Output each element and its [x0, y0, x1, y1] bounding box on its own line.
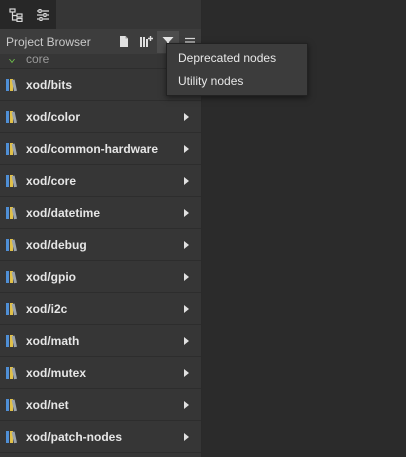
chevron-right-icon[interactable]	[184, 144, 189, 153]
library-icon	[6, 174, 17, 187]
library-item[interactable]: xod/i2c	[0, 293, 201, 325]
filter-dropdown-menu: Deprecated nodes Utility nodes	[166, 43, 308, 96]
library-name: xod/math	[26, 333, 80, 348]
library-name: xod/i2c	[26, 301, 68, 316]
chevron-right-icon[interactable]	[184, 176, 189, 185]
menu-item-deprecated-nodes[interactable]: Deprecated nodes	[167, 46, 307, 69]
library-item[interactable]: xod/core	[0, 165, 201, 197]
chevron-right-icon[interactable]	[184, 336, 189, 345]
library-item[interactable]: xod/color	[0, 101, 201, 133]
library-list: core xod/bits xod/color xod/common-hardwar…	[0, 54, 201, 457]
library-item[interactable]: xod/patch-nodes	[0, 421, 201, 453]
library-icon	[6, 430, 17, 443]
project-icon	[9, 59, 15, 64]
settings-sliders-icon	[37, 8, 49, 21]
chevron-right-icon[interactable]	[184, 400, 189, 409]
library-icon	[6, 110, 17, 123]
library-name: xod/patch-nodes	[26, 429, 123, 444]
library-name: xod/color	[26, 109, 81, 124]
library-item[interactable]: xod/debug	[0, 229, 201, 261]
library-item[interactable]: xod/datetime	[0, 197, 201, 229]
chevron-right-icon[interactable]	[184, 208, 189, 217]
library-icon	[6, 78, 17, 91]
library-icon	[6, 270, 17, 283]
menu-item-utility-nodes[interactable]: Utility nodes	[167, 69, 307, 92]
library-icon	[6, 334, 17, 347]
library-icon	[6, 142, 17, 155]
chevron-right-icon[interactable]	[184, 240, 189, 249]
library-icon	[6, 366, 17, 379]
library-item[interactable]: xod/gpio	[0, 261, 201, 293]
settings-button[interactable]	[32, 4, 54, 26]
library-name: xod/datetime	[26, 205, 101, 220]
new-patch-button[interactable]	[113, 31, 135, 53]
library-name: xod/bits	[26, 77, 73, 92]
library-name: xod/common-hardware	[26, 141, 159, 156]
library-item[interactable]: xod/net	[0, 389, 201, 421]
chevron-right-icon[interactable]	[184, 272, 189, 281]
library-name: xod/core	[26, 173, 77, 188]
library-item[interactable]: xod/math	[0, 325, 201, 357]
library-icon	[6, 206, 17, 219]
library-item[interactable]: xod/mutex	[0, 357, 201, 389]
library-icon	[6, 302, 17, 315]
library-name: xod/net	[26, 397, 69, 412]
list-item-label: core	[26, 54, 50, 66]
library-icon	[6, 238, 17, 251]
add-library-icon	[140, 36, 153, 47]
chevron-right-icon[interactable]	[184, 368, 189, 377]
chevron-right-icon[interactable]	[184, 432, 189, 441]
project-tree-icon	[9, 7, 23, 22]
chevron-right-icon[interactable]	[184, 304, 189, 313]
library-item[interactable]: xod/common-hardware	[0, 133, 201, 165]
project-tree-button[interactable]	[5, 4, 27, 26]
chevron-right-icon[interactable]	[184, 112, 189, 121]
library-name: xod/gpio	[26, 269, 76, 284]
library-name: xod/mutex	[26, 365, 87, 380]
panel-title: Project Browser	[6, 34, 91, 49]
new-patch-icon	[120, 36, 128, 47]
library-icon	[6, 398, 17, 411]
top-toolbar	[0, 0, 56, 29]
add-library-button[interactable]	[135, 31, 157, 53]
library-name: xod/debug	[26, 237, 87, 252]
